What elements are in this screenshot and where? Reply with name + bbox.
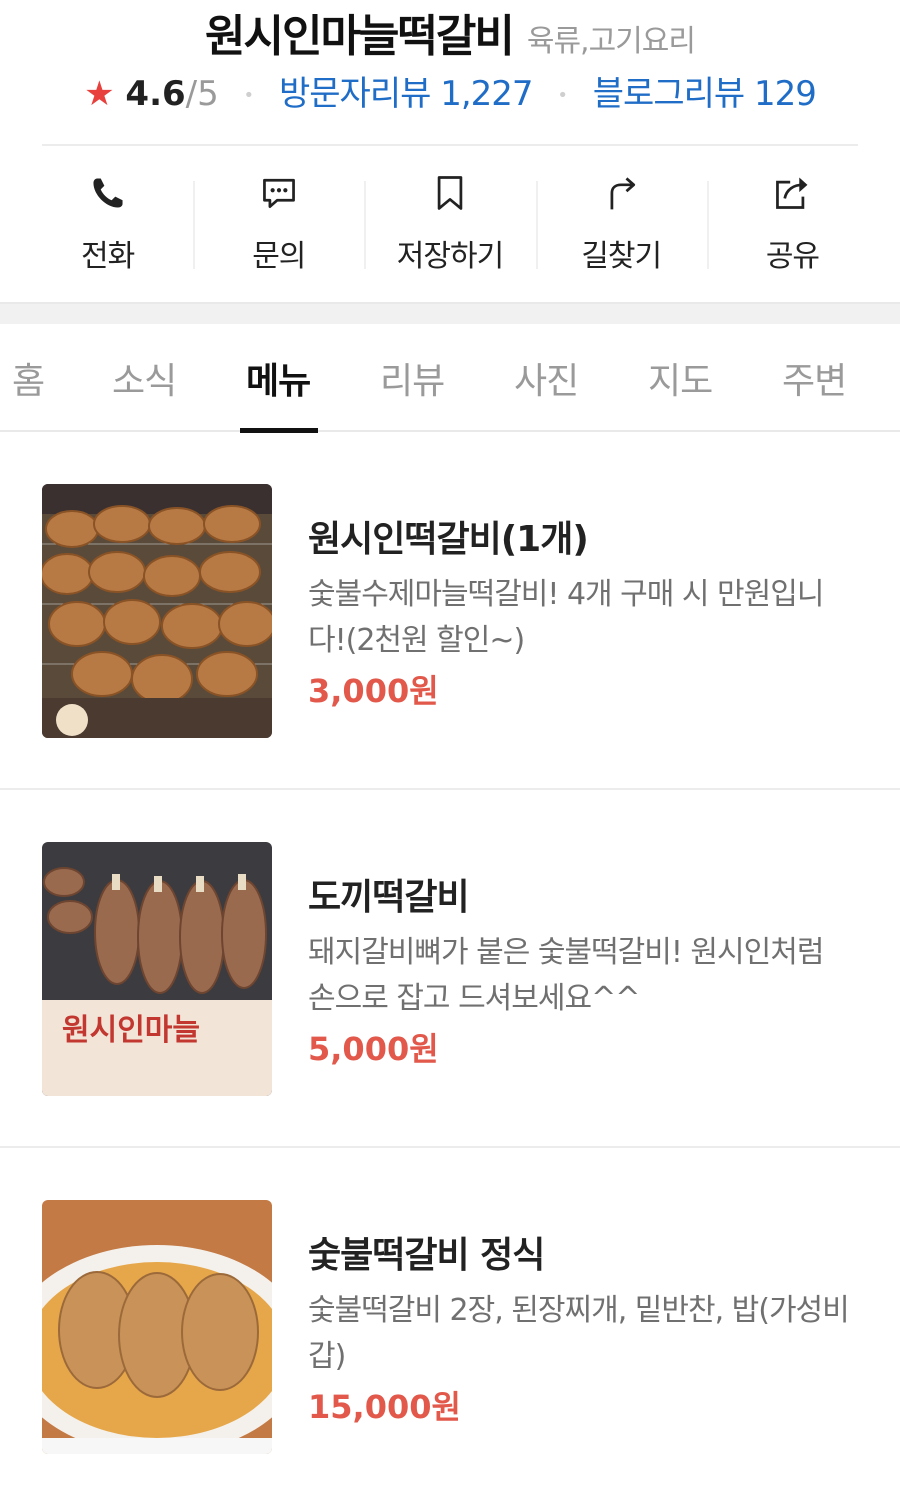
save-label: 저장하기 [396, 239, 504, 274]
menu-photo-ax-tteokgalbi[interactable]: 원시인마늘 [42, 842, 272, 1096]
call-label: 전화 [81, 239, 135, 274]
header-divider [42, 144, 858, 146]
photo-sign-text: 원시인마늘 [62, 1013, 200, 1048]
bookmark-icon [437, 176, 463, 210]
place-category: 육류,고기요리 [526, 24, 696, 59]
menu-price: 15,000원 [308, 1388, 461, 1426]
save-button[interactable]: 저장하기 [364, 165, 535, 275]
menu-description: 숯불수제마늘떡갈비! 4개 구매 시 만원입니다!(2천원 할인~) [308, 577, 824, 658]
action-bar: 전화 문의 저장하기 길찾기 공유 [22, 165, 878, 275]
visitor-reviews-link[interactable]: 방문자리뷰 1,227 [279, 74, 534, 114]
rating-row: ★ 4.6/5 • 방문자리뷰 1,227 • 블로그리뷰 129 [0, 66, 900, 115]
menu-photo-tteokgalbi[interactable] [42, 484, 272, 738]
tab-reviews[interactable]: 리뷰 [380, 352, 445, 404]
menu-description: 숯불떡갈비 2장, 된장찌개, 밑반찬, 밥(가성비 갑) [308, 1293, 850, 1374]
share-button[interactable]: 공유 [706, 165, 878, 275]
rating-total: /5 [185, 74, 219, 114]
tab-menu[interactable]: 메뉴 [246, 352, 311, 404]
menu-name: 원시인떡갈비(1개) [308, 519, 589, 560]
directions-button[interactable]: 길찾기 [535, 165, 707, 275]
menu-price: 3,000원 [308, 672, 439, 710]
menu-item[interactable]: 원시인마늘 도끼떡갈비 돼지갈비뼈가 붙은 숯불떡갈비! 원시인처럼 손으로 잡… [0, 790, 900, 1148]
directions-icon [610, 177, 636, 210]
menu-name: 숯불떡갈비 정식 [308, 1235, 545, 1276]
menu-name: 도끼떡갈비 [308, 877, 470, 918]
dot-separator: • [557, 85, 568, 106]
chat-icon [262, 178, 295, 208]
menu-price: 5,000원 [308, 1030, 439, 1068]
menu-photo-set-meal[interactable] [42, 1200, 272, 1454]
place-title: 원시인마늘떡갈비 [205, 11, 515, 62]
share-label: 공유 [765, 239, 820, 274]
phone-icon [93, 178, 123, 208]
tab-news[interactable]: 소식 [112, 352, 177, 404]
star-icon: ★ [84, 74, 115, 114]
place-header: 원시인마늘떡갈비 육류,고기요리 [0, 0, 900, 62]
dot-separator: • [243, 85, 255, 106]
tab-map[interactable]: 지도 [648, 352, 713, 404]
directions-label: 길찾기 [581, 239, 662, 274]
tab-home[interactable]: 홈 [12, 352, 45, 404]
inquiry-button[interactable]: 문의 [193, 165, 364, 275]
tab-bar: 홈 소식 메뉴 리뷰 사진 지도 주변 [0, 324, 900, 433]
tab-photos[interactable]: 사진 [514, 352, 579, 404]
inquiry-label: 문의 [252, 239, 306, 274]
menu-description: 돼지갈비뼈가 붙은 숯불떡갈비! 원시인처럼 손으로 잡고 드셔보세요^^ [308, 935, 824, 1016]
blog-reviews-link[interactable]: 블로그리뷰 129 [593, 74, 817, 114]
section-spacer [0, 302, 900, 324]
menu-item[interactable]: 숯불떡갈비 정식 숯불떡갈비 2장, 된장찌개, 밑반찬, 밥(가성비 갑) 1… [0, 1148, 900, 1490]
tab-nearby[interactable]: 주변 [782, 352, 847, 404]
share-icon [776, 177, 808, 209]
menu-item[interactable]: 원시인떡갈비(1개) 숯불수제마늘떡갈비! 4개 구매 시 만원입니다!(2천원… [0, 432, 900, 790]
rating-score: 4.6 [125, 74, 186, 114]
call-button[interactable]: 전화 [22, 165, 193, 275]
